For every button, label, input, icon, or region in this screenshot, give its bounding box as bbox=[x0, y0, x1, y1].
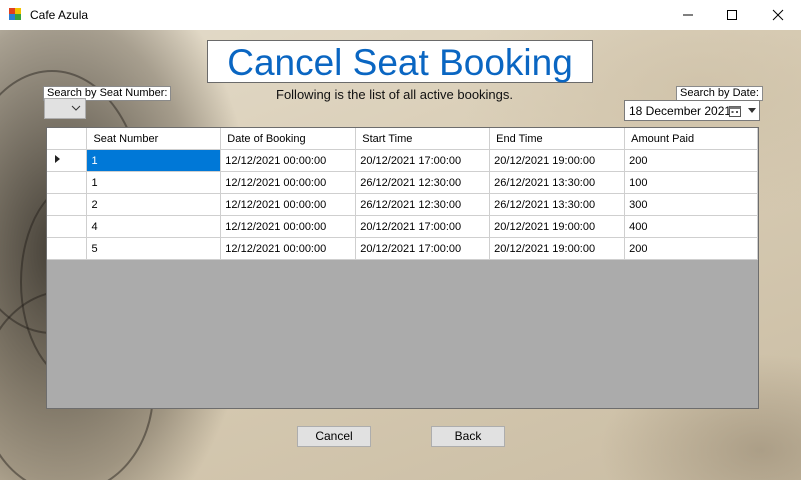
cell-start-time[interactable]: 20/12/2021 17:00:00 bbox=[355, 237, 491, 260]
calendar-icon[interactable] bbox=[729, 105, 741, 117]
window-title: Cafe Azula bbox=[30, 8, 89, 22]
row-header[interactable] bbox=[47, 149, 88, 172]
close-button[interactable] bbox=[755, 0, 801, 30]
column-header-start-time[interactable]: Start Time bbox=[355, 128, 491, 150]
column-header-date-of-booking[interactable]: Date of Booking bbox=[220, 128, 357, 150]
cafe-app-icon bbox=[8, 7, 22, 21]
title-bar: Cafe Azula bbox=[0, 0, 801, 30]
chevron-down-icon bbox=[748, 108, 756, 113]
cell-start-time[interactable]: 26/12/2021 12:30:00 bbox=[355, 193, 491, 216]
cell-date-of-booking[interactable]: 12/12/2021 00:00:00 bbox=[220, 171, 357, 194]
back-button[interactable]: Back bbox=[431, 426, 505, 447]
search-date-label: Search by Date: bbox=[676, 86, 763, 101]
cell-seat-number[interactable]: 2 bbox=[86, 193, 222, 216]
cell-end-time[interactable]: 26/12/2021 13:30:00 bbox=[489, 193, 626, 216]
cell-amount-paid[interactable]: 100 bbox=[624, 171, 758, 194]
cell-start-time[interactable]: 20/12/2021 17:00:00 bbox=[355, 215, 491, 238]
form-background: Cancel Seat Booking Following is the lis… bbox=[0, 30, 801, 480]
cell-seat-number[interactable]: 5 bbox=[86, 237, 222, 260]
cell-amount-paid[interactable]: 200 bbox=[624, 237, 758, 260]
row-header[interactable] bbox=[47, 171, 88, 194]
column-header-end-time[interactable]: End Time bbox=[489, 128, 626, 150]
page-title: Cancel Seat Booking bbox=[207, 40, 593, 83]
bookings-grid[interactable]: Seat Number Date of Booking Start Time E… bbox=[46, 127, 759, 409]
chevron-down-icon bbox=[71, 105, 81, 111]
cell-end-time[interactable]: 20/12/2021 19:00:00 bbox=[489, 237, 626, 260]
table-row[interactable]: 1 12/12/2021 00:00:00 26/12/2021 12:30:0… bbox=[47, 171, 758, 194]
cell-date-of-booking[interactable]: 12/12/2021 00:00:00 bbox=[220, 193, 357, 216]
date-picker[interactable]: 18 December 2021 bbox=[624, 100, 760, 121]
cell-end-time[interactable]: 20/12/2021 19:00:00 bbox=[489, 149, 626, 172]
cell-seat-number[interactable]: 4 bbox=[86, 215, 222, 238]
row-header[interactable] bbox=[47, 237, 88, 260]
minimize-icon bbox=[683, 14, 693, 16]
cell-amount-paid[interactable]: 300 bbox=[624, 193, 758, 216]
row-header[interactable] bbox=[47, 215, 88, 238]
cell-seat-number[interactable]: 1 bbox=[86, 171, 222, 194]
cell-date-of-booking[interactable]: 12/12/2021 00:00:00 bbox=[220, 149, 357, 172]
table-row[interactable]: 4 12/12/2021 00:00:00 20/12/2021 17:00:0… bbox=[47, 215, 758, 238]
date-picker-value: 18 December 2021 bbox=[629, 104, 732, 118]
column-header-seat-number[interactable]: Seat Number bbox=[86, 128, 222, 150]
minimize-button[interactable] bbox=[665, 0, 711, 30]
maximize-icon bbox=[727, 10, 737, 20]
cancel-button[interactable]: Cancel bbox=[297, 426, 371, 447]
cell-amount-paid[interactable]: 200 bbox=[624, 149, 758, 172]
cell-start-time[interactable]: 20/12/2021 17:00:00 bbox=[355, 149, 491, 172]
cell-seat-number[interactable]: 1 bbox=[86, 149, 222, 172]
maximize-button[interactable] bbox=[709, 0, 755, 30]
cell-end-time[interactable]: 20/12/2021 19:00:00 bbox=[489, 215, 626, 238]
close-icon bbox=[772, 9, 784, 21]
column-header-amount-paid[interactable]: Amount Paid bbox=[624, 128, 758, 150]
page-subtitle: Following is the list of all active book… bbox=[276, 87, 514, 102]
table-row[interactable]: 1 12/12/2021 00:00:00 20/12/2021 17:00:0… bbox=[47, 149, 758, 172]
current-row-icon bbox=[55, 155, 60, 163]
grid-header-row: Seat Number Date of Booking Start Time E… bbox=[47, 128, 758, 150]
cell-date-of-booking[interactable]: 12/12/2021 00:00:00 bbox=[220, 237, 357, 260]
seat-number-combobox[interactable] bbox=[44, 98, 86, 119]
cell-start-time[interactable]: 26/12/2021 12:30:00 bbox=[355, 171, 491, 194]
cell-date-of-booking[interactable]: 12/12/2021 00:00:00 bbox=[220, 215, 357, 238]
cell-amount-paid[interactable]: 400 bbox=[624, 215, 758, 238]
table-row[interactable]: 5 12/12/2021 00:00:00 20/12/2021 17:00:0… bbox=[47, 237, 758, 260]
cell-end-time[interactable]: 26/12/2021 13:30:00 bbox=[489, 171, 626, 194]
table-row[interactable]: 2 12/12/2021 00:00:00 26/12/2021 12:30:0… bbox=[47, 193, 758, 216]
row-header-corner bbox=[47, 128, 88, 150]
row-header[interactable] bbox=[47, 193, 88, 216]
